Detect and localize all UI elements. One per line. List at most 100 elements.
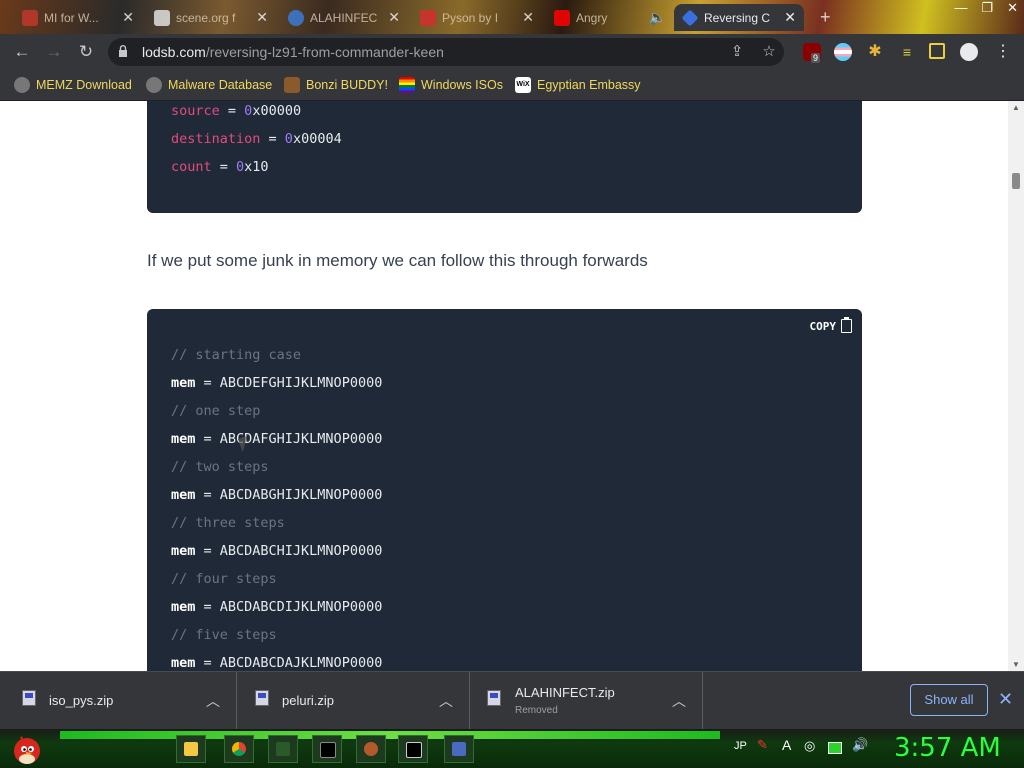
bookmark-memz[interactable]: MEMZ Download [14,76,132,94]
code-line: mem = ABCDAFGHIJKLMNOP0000 [171,431,382,447]
wix-icon: WiX [515,77,531,93]
close-icon[interactable]: ✕ [522,9,534,26]
tab-6[interactable]: Reversing C ✕ [674,4,804,31]
network-icon[interactable] [828,742,842,754]
window-controls: — ❐ ✕ [954,0,1018,16]
code-value: x10 [244,159,269,175]
bookmark-label: Bonzi BUDDY! [306,78,388,92]
volume-icon[interactable]: 🔊 [852,737,868,753]
zip-file-icon [255,690,269,706]
code-value: = ABCDABCDAJKLMNOP0000 [195,655,383,671]
close-icon[interactable]: ✕ [784,9,796,26]
globe-icon [14,77,30,93]
chevron-up-icon[interactable]: ︿ [206,691,220,711]
bookmark-label: Malware Database [168,78,273,92]
ime-mode-indicator[interactable]: A [782,737,791,753]
sidepanel-icon[interactable] [929,43,945,59]
taskbar-app[interactable] [444,735,474,763]
code-block-mem: COPY // starting case mem = ABCDEFGHIJKL… [147,309,862,671]
code-key: destination [171,131,261,147]
page-scrollbar[interactable]: ▲ ▼ [1008,101,1024,671]
extension-badge: 9 [811,53,821,63]
profile-avatar[interactable] [960,43,978,61]
bookmark-windows-isos[interactable]: Windows ISOs [399,76,503,94]
angry-bird-start-icon[interactable] [12,732,42,766]
youtube-icon [554,9,570,26]
star-icon[interactable]: ☆ [760,43,778,61]
bookmark-malware-db[interactable]: Malware Database [146,76,272,94]
scroll-down-icon[interactable]: ▼ [1008,660,1024,669]
bookmark-bonzi[interactable]: Bonzi BUDDY! [284,76,388,94]
taskbar-glow [60,731,720,739]
app-icon [276,742,290,756]
terminal-icon [320,742,336,758]
tray-icon[interactable]: ◎ [804,738,815,754]
taskbar-explorer[interactable] [176,735,206,763]
tab-title: MI for W... [44,10,99,25]
close-icon[interactable]: ✕ [388,9,400,26]
code-block-params: source = 0x00000 destination = 0 x00004 c… [147,101,862,213]
close-icon[interactable]: ✕ [256,9,268,26]
taskbar-chrome[interactable] [224,735,254,763]
code-value: x00004 [292,131,342,147]
folder-icon [184,742,198,756]
address-bar[interactable]: lodsb.com/reversing-lz91-from-commander-… [108,38,784,66]
bookmark-label: MEMZ Download [36,78,132,92]
zip-file-icon [487,690,501,706]
download-filename: peluri.zip [282,693,335,708]
taskbar-7zip[interactable] [398,735,428,763]
tab-title: ALAHINFEC [310,10,378,25]
back-icon[interactable]: ← [12,42,32,62]
tab-favicon [288,9,304,26]
taskbar: JP ✎ A ◎ 🔊 3:57 AM [0,729,1024,768]
taskbar-app[interactable] [268,735,298,763]
close-icon[interactable]: ✕ [998,689,1013,710]
page-content: source = 0x00000 destination = 0 x00004 c… [0,101,1008,671]
code-op: = [219,103,245,119]
scrollbar-thumb[interactable] [1012,173,1020,189]
code-comment: // four steps [171,571,277,587]
tab-5[interactable]: Angry 🔈 [546,4,674,31]
taskbar-terminal[interactable] [312,735,342,763]
tab-3[interactable]: ALAHINFEC ✕ [280,4,408,31]
share-icon[interactable]: ⇪ [728,43,746,61]
downloads-bar: iso_pys.zip ︿ peluri.zip ︿ ALAHINFECT.zi… [0,671,1024,730]
tab-2[interactable]: scene.org f ✕ [146,4,276,31]
close-window-icon[interactable]: ✕ [1007,0,1018,16]
taskbar-clock[interactable]: 3:57 AM [894,733,1001,763]
code-line: source = 0x00000 [171,103,301,119]
code-num: 0 [236,159,245,175]
taskbar-app[interactable] [356,735,386,763]
ublock-icon[interactable]: 9 [803,43,821,63]
close-icon[interactable]: ✕ [122,9,134,26]
language-indicator[interactable]: JP [734,740,747,752]
speaker-icon[interactable]: 🔈 [649,9,666,26]
ime-icon[interactable]: ✎ [757,737,768,753]
download-item[interactable]: peluri.zip ︿ [237,672,470,730]
tab-1[interactable]: MI for W... ✕ [14,4,142,31]
bookmark-egyptian-embassy[interactable]: WiX Egyptian Embassy [515,76,641,94]
code-comment: // three steps [171,515,285,531]
reload-icon[interactable]: ↻ [76,42,96,62]
new-tab-button[interactable]: + [812,4,842,31]
scroll-up-icon[interactable]: ▲ [1008,103,1024,112]
code-op: = [211,159,237,175]
download-item[interactable]: ALAHINFECT.zip Removed ︿ [470,672,703,730]
tab-4[interactable]: Pyson by I ✕ [412,4,542,31]
puzzle-icon[interactable]: ✱ [866,43,884,61]
show-all-button[interactable]: Show all [910,684,988,716]
chevron-up-icon[interactable]: ︿ [672,691,686,711]
flag-extension-icon[interactable] [834,43,852,61]
code-value: = ABCDAFGHIJKLMNOP0000 [195,431,383,447]
code-comment: // starting case [171,347,302,363]
chevron-up-icon[interactable]: ︿ [439,691,453,711]
playlist-icon[interactable]: ≡ [898,43,916,61]
copy-button[interactable]: COPY [810,317,852,333]
restore-icon[interactable]: ❐ [981,0,993,16]
menu-icon[interactable]: ⋮ [994,43,1012,61]
download-item[interactable]: iso_pys.zip ︿ [0,672,237,730]
minimize-icon[interactable]: — [954,0,967,16]
code-key: mem [171,487,196,503]
forward-icon[interactable]: → [44,42,64,62]
code-key: count [171,159,212,175]
